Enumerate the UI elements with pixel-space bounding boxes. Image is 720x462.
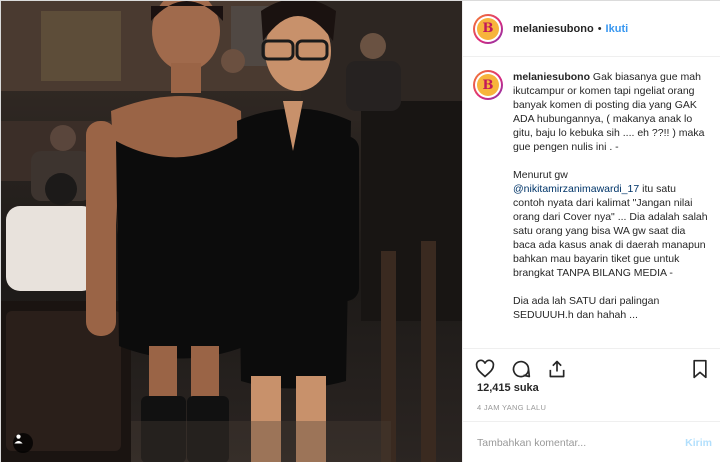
- comment-button[interactable]: [509, 357, 533, 381]
- bg-window-left: [41, 11, 121, 81]
- header-username[interactable]: melaniesubono: [513, 23, 594, 35]
- caption-username[interactable]: melaniesubono: [513, 71, 590, 83]
- woman-right-arm: [331, 136, 359, 301]
- woman-left-arm: [86, 121, 116, 336]
- instagram-post: B melaniesubono • Ikuti B melaniesubono …: [0, 0, 720, 462]
- like-button[interactable]: [473, 357, 497, 381]
- caption-avatar[interactable]: B: [473, 70, 503, 100]
- comment-form: Kirim: [463, 421, 720, 462]
- header-separator: •: [597, 22, 602, 35]
- avatar[interactable]: B: [473, 13, 503, 44]
- profile-logo-icon: B: [477, 17, 499, 40]
- save-button[interactable]: [688, 357, 712, 381]
- user-tag-icon[interactable]: [13, 433, 33, 453]
- woman-left-dress: [116, 136, 246, 359]
- post-timestamp[interactable]: 4 JAM YANG LALU: [477, 403, 546, 412]
- post-photo[interactable]: [1, 1, 462, 462]
- bg-dark-right: [361, 101, 462, 321]
- caption-body-2: itu satu contoh nyata dari kalimat "Jang…: [513, 183, 708, 321]
- follow-button[interactable]: Ikuti: [606, 23, 629, 35]
- floor: [131, 421, 391, 462]
- bar-stool-leg-2: [421, 241, 436, 462]
- bg-person-3-head: [360, 33, 386, 59]
- woman-left-neck: [171, 63, 201, 93]
- bg-person-head: [50, 125, 76, 151]
- like-count[interactable]: 12,415 suka: [477, 382, 539, 394]
- bg-person-2-shirt: [6, 206, 96, 291]
- caption-body-1: Gak biasanya gue mah ikutcampur or komen…: [513, 71, 705, 181]
- share-icon: [549, 360, 565, 377]
- caption-row: B melaniesubono Gak biasanya gue mah iku…: [473, 70, 708, 322]
- caption-mention-link[interactable]: @nikitamirzanimawardi_17: [513, 183, 639, 195]
- bookmark-icon: [693, 359, 707, 378]
- post-header: B melaniesubono • Ikuti: [463, 1, 720, 57]
- comment-input[interactable]: [477, 436, 686, 449]
- share-button[interactable]: [545, 357, 569, 381]
- caption-area: B melaniesubono Gak biasanya gue mah iku…: [463, 58, 720, 348]
- post-comment-button[interactable]: Kirim: [685, 437, 712, 449]
- bg-person-3-body: [346, 61, 401, 111]
- heart-icon: [475, 359, 495, 378]
- bg-person-4-head: [221, 49, 245, 73]
- bg-person-2-head: [45, 173, 77, 205]
- comment-icon: [512, 360, 531, 377]
- caption-text: melaniesubono Gak biasanya gue mah ikutc…: [513, 70, 708, 322]
- photo-scene: [1, 1, 462, 462]
- profile-logo-icon: B: [477, 74, 499, 96]
- post-details-panel: B melaniesubono • Ikuti B melaniesubono …: [462, 1, 720, 462]
